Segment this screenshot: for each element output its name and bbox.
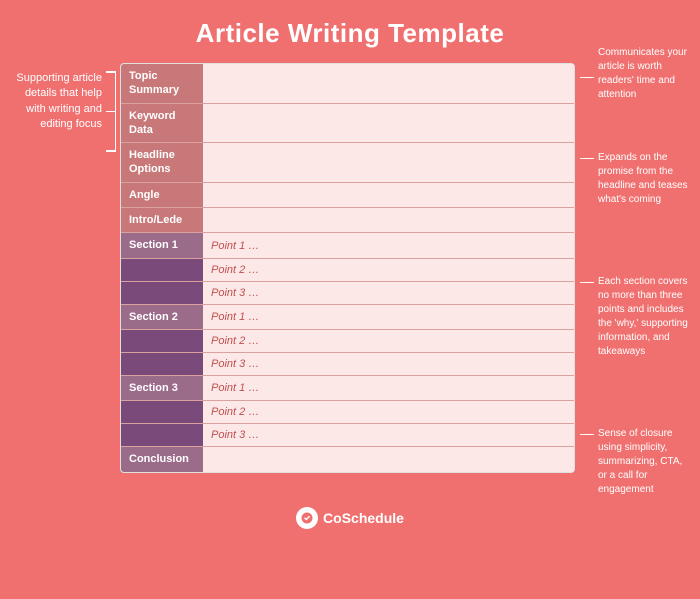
row-content-topic-summary (203, 64, 574, 103)
footer-logo: CoSchedule (296, 507, 404, 529)
right-text-4: Sense of closure using simplicity, summa… (598, 427, 690, 497)
row-label-s2-empty2 (121, 353, 203, 375)
row-label-conclusion: Conclusion (121, 447, 203, 471)
right-dash-2 (580, 158, 594, 159)
right-annotations: Communicates your article is worth reade… (575, 63, 690, 497)
table-row: Section 2 Point 1 … (121, 305, 574, 330)
table-row: Point 3 … (121, 353, 574, 376)
table-row: Section 1 Point 1 … (121, 233, 574, 258)
right-spacer-2 (580, 207, 690, 275)
row-label-topic-summary: Topic Summary (121, 64, 203, 103)
row-label-keyword-data: Keyword Data (121, 104, 203, 143)
table-row: Point 3 … (121, 424, 574, 447)
table-body: Topic Summary Keyword Data Headline Opti… (121, 64, 574, 472)
row-label-s1-empty1 (121, 259, 203, 281)
table-row: Point 2 … (121, 330, 574, 353)
right-ann-block-3: Each section covers no more than three p… (580, 275, 690, 359)
table-row: Conclusion (121, 447, 574, 471)
main-area: Supporting article details that help wit… (0, 63, 700, 497)
right-text-3: Each section covers no more than three p… (598, 275, 690, 359)
right-dash-3 (580, 282, 594, 283)
row-content-s3p3: Point 3 … (203, 424, 574, 446)
row-label-angle: Angle (121, 183, 203, 207)
row-label-s2-empty1 (121, 330, 203, 352)
row-content-s3p1: Point 1 … (203, 376, 574, 400)
row-content-angle (203, 183, 574, 207)
table-row: Angle (121, 183, 574, 208)
right-dash-1 (580, 77, 594, 78)
left-vert-line (115, 73, 117, 111)
table-row: Point 2 … (121, 401, 574, 424)
footer: CoSchedule (296, 507, 404, 529)
right-ann-block-2: Expands on the promise from the headline… (580, 151, 690, 207)
left-bot-dash (106, 150, 116, 152)
row-label-intro: Intro/Lede (121, 208, 203, 232)
left-annotation: Supporting article details that help wit… (10, 63, 120, 152)
table-row: Point 2 … (121, 259, 574, 282)
row-content-s3p2: Point 2 … (203, 401, 574, 423)
table-row: Point 3 … (121, 282, 574, 305)
right-text-2: Expands on the promise from the headline… (598, 151, 690, 207)
row-content-keyword-data (203, 104, 574, 143)
row-label-headline: Headline Options (121, 143, 203, 182)
table-row: Headline Options (121, 143, 574, 183)
brand-name: CoSchedule (323, 510, 404, 526)
row-content-s1p2: Point 2 … (203, 259, 574, 281)
right-ann-block-4: Sense of closure using simplicity, summa… (580, 427, 690, 497)
page-title: Article Writing Template (196, 18, 505, 49)
coschedule-icon (296, 507, 318, 529)
row-label-section3: Section 3 (121, 376, 203, 400)
left-bracket (106, 71, 116, 152)
left-annotation-text: Supporting article details that help wit… (10, 71, 102, 133)
row-content-conclusion (203, 447, 574, 471)
right-dash-4 (580, 434, 594, 435)
table-row: Keyword Data (121, 104, 574, 144)
left-vert-line2 (115, 112, 117, 150)
row-label-s3-empty2 (121, 424, 203, 446)
row-content-s2p2: Point 2 … (203, 330, 574, 352)
table-row: Intro/Lede (121, 208, 574, 233)
right-spacer-3 (580, 359, 690, 427)
row-label-s1-empty2 (121, 282, 203, 304)
row-content-s1p1: Point 1 … (203, 233, 574, 257)
right-spacer-1 (580, 85, 690, 151)
table-row: Section 3 Point 1 … (121, 376, 574, 401)
row-content-intro (203, 208, 574, 232)
row-content-s2p3: Point 3 … (203, 353, 574, 375)
right-ann-block-1: Communicates your article is worth reade… (580, 63, 690, 85)
row-label-s3-empty1 (121, 401, 203, 423)
row-label-section2: Section 2 (121, 305, 203, 329)
row-content-s2p1: Point 1 … (203, 305, 574, 329)
row-content-headline (203, 143, 574, 182)
row-label-section1: Section 1 (121, 233, 203, 257)
article-table: Topic Summary Keyword Data Headline Opti… (120, 63, 575, 473)
table-row: Topic Summary (121, 64, 574, 104)
row-content-s1p3: Point 3 … (203, 282, 574, 304)
